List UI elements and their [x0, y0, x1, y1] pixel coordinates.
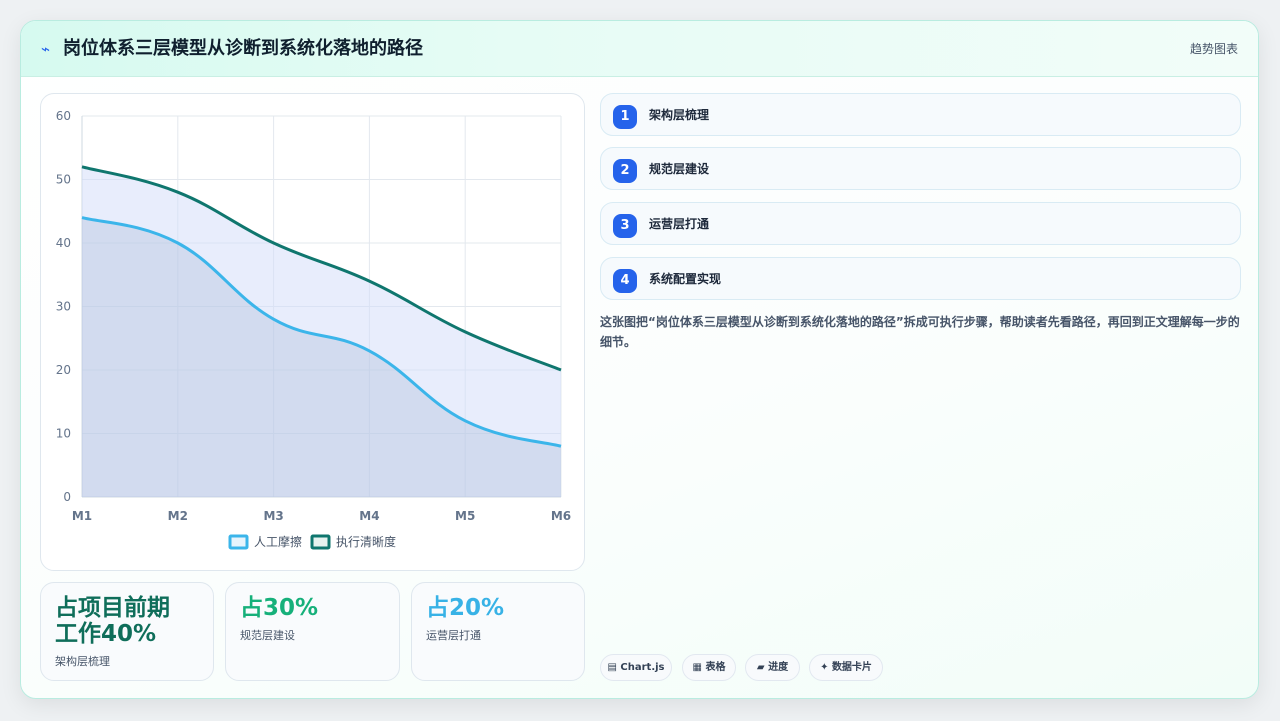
step-label: 运营层打通	[649, 217, 710, 231]
x-tick-label: M6	[551, 509, 571, 523]
x-tick-label: M3	[263, 509, 283, 523]
y-tick-label: 50	[56, 173, 71, 187]
x-tick-label: M2	[168, 509, 188, 523]
stat-value-line: 占项目前期	[55, 595, 170, 621]
step-number-badge: 4	[613, 269, 637, 293]
chart-panel: 0 10 20 30 40 50 60 M1 M2 M3 M4 M5 M6 人工摩擦 执行清晰度	[40, 93, 585, 571]
step-item-1[interactable]: 1 架构层梳理	[600, 93, 1241, 136]
step-item-2[interactable]: 2 规范层建设	[600, 147, 1241, 190]
y-tick-label: 20	[56, 363, 71, 377]
pill-label: Chart.js	[620, 662, 665, 673]
step-item-4[interactable]: 4 系统配置实现	[600, 257, 1241, 300]
pill-label: 进度	[768, 662, 789, 673]
main-card: ⌁ 岗位体系三层模型从诊断到系统化落地的路径 趋势图表 0 10 20 30 40 50 6…	[20, 20, 1259, 699]
page-title: 岗位体系三层模型从诊断到系统化落地的路径	[63, 38, 423, 59]
chart-icon: ▤	[607, 662, 617, 673]
stat-card-standards: 占30% 规范层建设	[225, 582, 400, 681]
progress-icon: ▰	[756, 662, 765, 673]
step-number-badge: 1	[613, 105, 637, 129]
stat-label: 规范层建设	[240, 629, 295, 642]
table-icon: ▦	[692, 662, 702, 673]
step-number-badge: 3	[613, 214, 637, 238]
pill-table[interactable]: ▦ 表格	[682, 654, 736, 681]
pill-label: 表格	[705, 662, 726, 673]
stat-label: 架构层梳理	[55, 655, 110, 668]
chart-icon: ⌁	[41, 40, 51, 58]
legend-swatch	[310, 534, 331, 550]
card-header: ⌁ 岗位体系三层模型从诊断到系统化落地的路径 趋势图表	[21, 21, 1258, 77]
stat-label: 运营层打通	[426, 629, 481, 642]
area-chart: 0 10 20 30 40 50 60 M1 M2 M3 M4 M5 M6 人工摩擦 执行清晰度	[56, 109, 571, 550]
stat-value: 占20%	[426, 595, 505, 621]
step-label: 规范层建设	[649, 162, 710, 176]
legend-label: 人工摩擦	[254, 534, 302, 549]
pill-data-card[interactable]: ✦ 数据卡片	[809, 654, 883, 681]
pill-progress[interactable]: ▰ 进度	[745, 654, 800, 681]
stat-value-line: 工作40%	[55, 621, 157, 647]
pill-chartjs[interactable]: ▤ Chart.js	[600, 654, 672, 681]
stat-card-architecture: 占项目前期 工作40% 架构层梳理	[40, 582, 214, 681]
y-tick-label: 60	[56, 109, 71, 123]
chart-description: 这张图把“岗位体系三层模型从诊断到系统化落地的路径”拆成可执行步骤，帮助读者先看…	[600, 315, 1240, 349]
step-label: 架构层梳理	[649, 108, 710, 122]
x-tick-label: M1	[72, 509, 92, 523]
y-tick-label: 40	[56, 236, 71, 250]
x-tick-label: M5	[455, 509, 475, 523]
x-tick-label: M4	[359, 509, 379, 523]
y-tick-label: 0	[63, 490, 71, 504]
step-label: 系统配置实现	[649, 272, 722, 286]
step-item-3[interactable]: 3 运营层打通	[600, 202, 1241, 245]
y-tick-label: 10	[56, 427, 71, 441]
step-number-badge: 2	[613, 159, 637, 183]
legend-label: 执行清晰度	[336, 534, 396, 549]
stat-value: 占项目前期 工作40%	[55, 595, 170, 647]
chart-type-tag: 趋势图表	[1189, 42, 1238, 56]
sparkle-icon: ✦	[820, 662, 829, 673]
stat-value: 占30%	[240, 595, 319, 621]
legend-swatch	[228, 534, 249, 550]
y-tick-label: 30	[56, 300, 71, 314]
stat-card-operations: 占20% 运营层打通	[411, 582, 585, 681]
pill-label: 数据卡片	[831, 662, 872, 673]
